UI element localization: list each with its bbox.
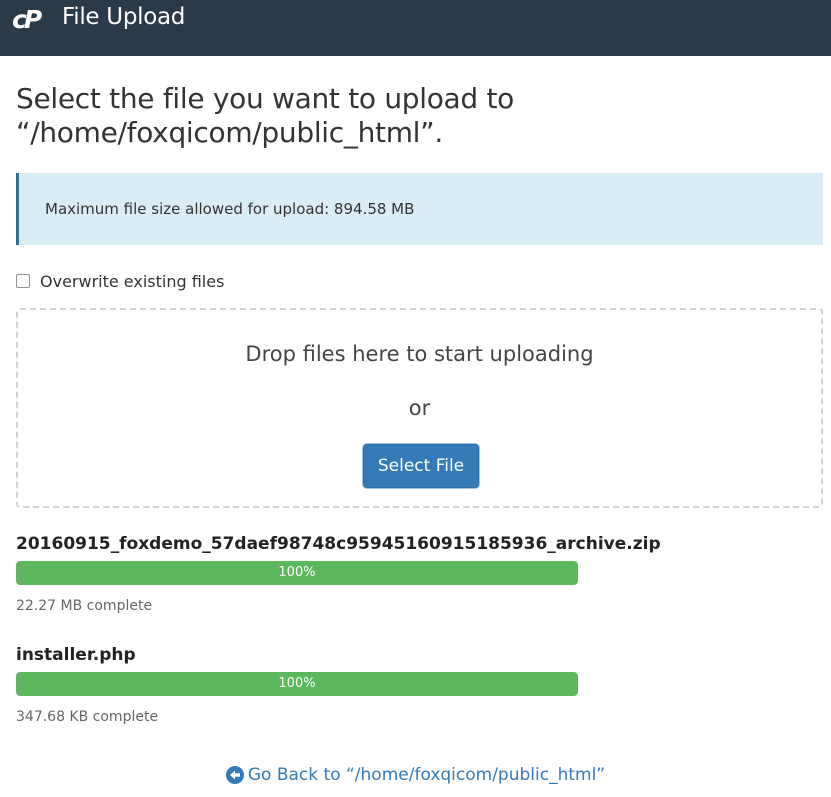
upload-status: 347.68 KB complete	[16, 709, 159, 725]
svg-text:cP: cP	[12, 6, 42, 32]
overwrite-option[interactable]: Overwrite existing files	[16, 270, 224, 292]
header-bar: cP File Upload	[0, 0, 831, 56]
upload-item: installer.php 100% 347.68 KB complete	[16, 644, 578, 725]
upload-progress-bar: 100%	[16, 672, 578, 696]
max-file-size-text: Maximum file size allowed for upload: 89…	[45, 200, 415, 218]
cpanel-logo-icon[interactable]: cP	[12, 5, 52, 34]
info-alert: Maximum file size allowed for upload: 89…	[16, 173, 823, 245]
go-back-label: Go Back to “/home/foxqicom/public_html”	[247, 765, 606, 785]
upload-progress-fill: 100%	[16, 561, 578, 585]
file-dropzone[interactable]: Drop files here to start uploading or Se…	[16, 308, 823, 508]
go-back-link[interactable]: Go Back to “/home/foxqicom/public_html”	[0, 765, 831, 789]
upload-file-name: 20160915_foxdemo_57daef98748c95945160915…	[16, 534, 661, 554]
upload-file-name: installer.php	[16, 645, 136, 665]
arrow-left-circle-icon	[225, 766, 244, 784]
upload-item: 20160915_foxdemo_57daef98748c95945160915…	[16, 533, 661, 614]
overwrite-checkbox[interactable]	[16, 274, 30, 288]
page-title: Select the file you want to upload to “/…	[16, 82, 514, 149]
upload-progress-bar: 100%	[16, 561, 578, 585]
upload-progress-fill: 100%	[16, 672, 578, 696]
drop-files-text: Drop files here to start uploading	[245, 342, 594, 366]
overwrite-label: Overwrite existing files	[40, 271, 225, 291]
upload-status: 22.27 MB complete	[16, 598, 153, 614]
or-text: or	[408, 396, 431, 420]
select-file-button[interactable]: Select File	[363, 444, 479, 488]
app-title: File Upload	[62, 4, 186, 30]
